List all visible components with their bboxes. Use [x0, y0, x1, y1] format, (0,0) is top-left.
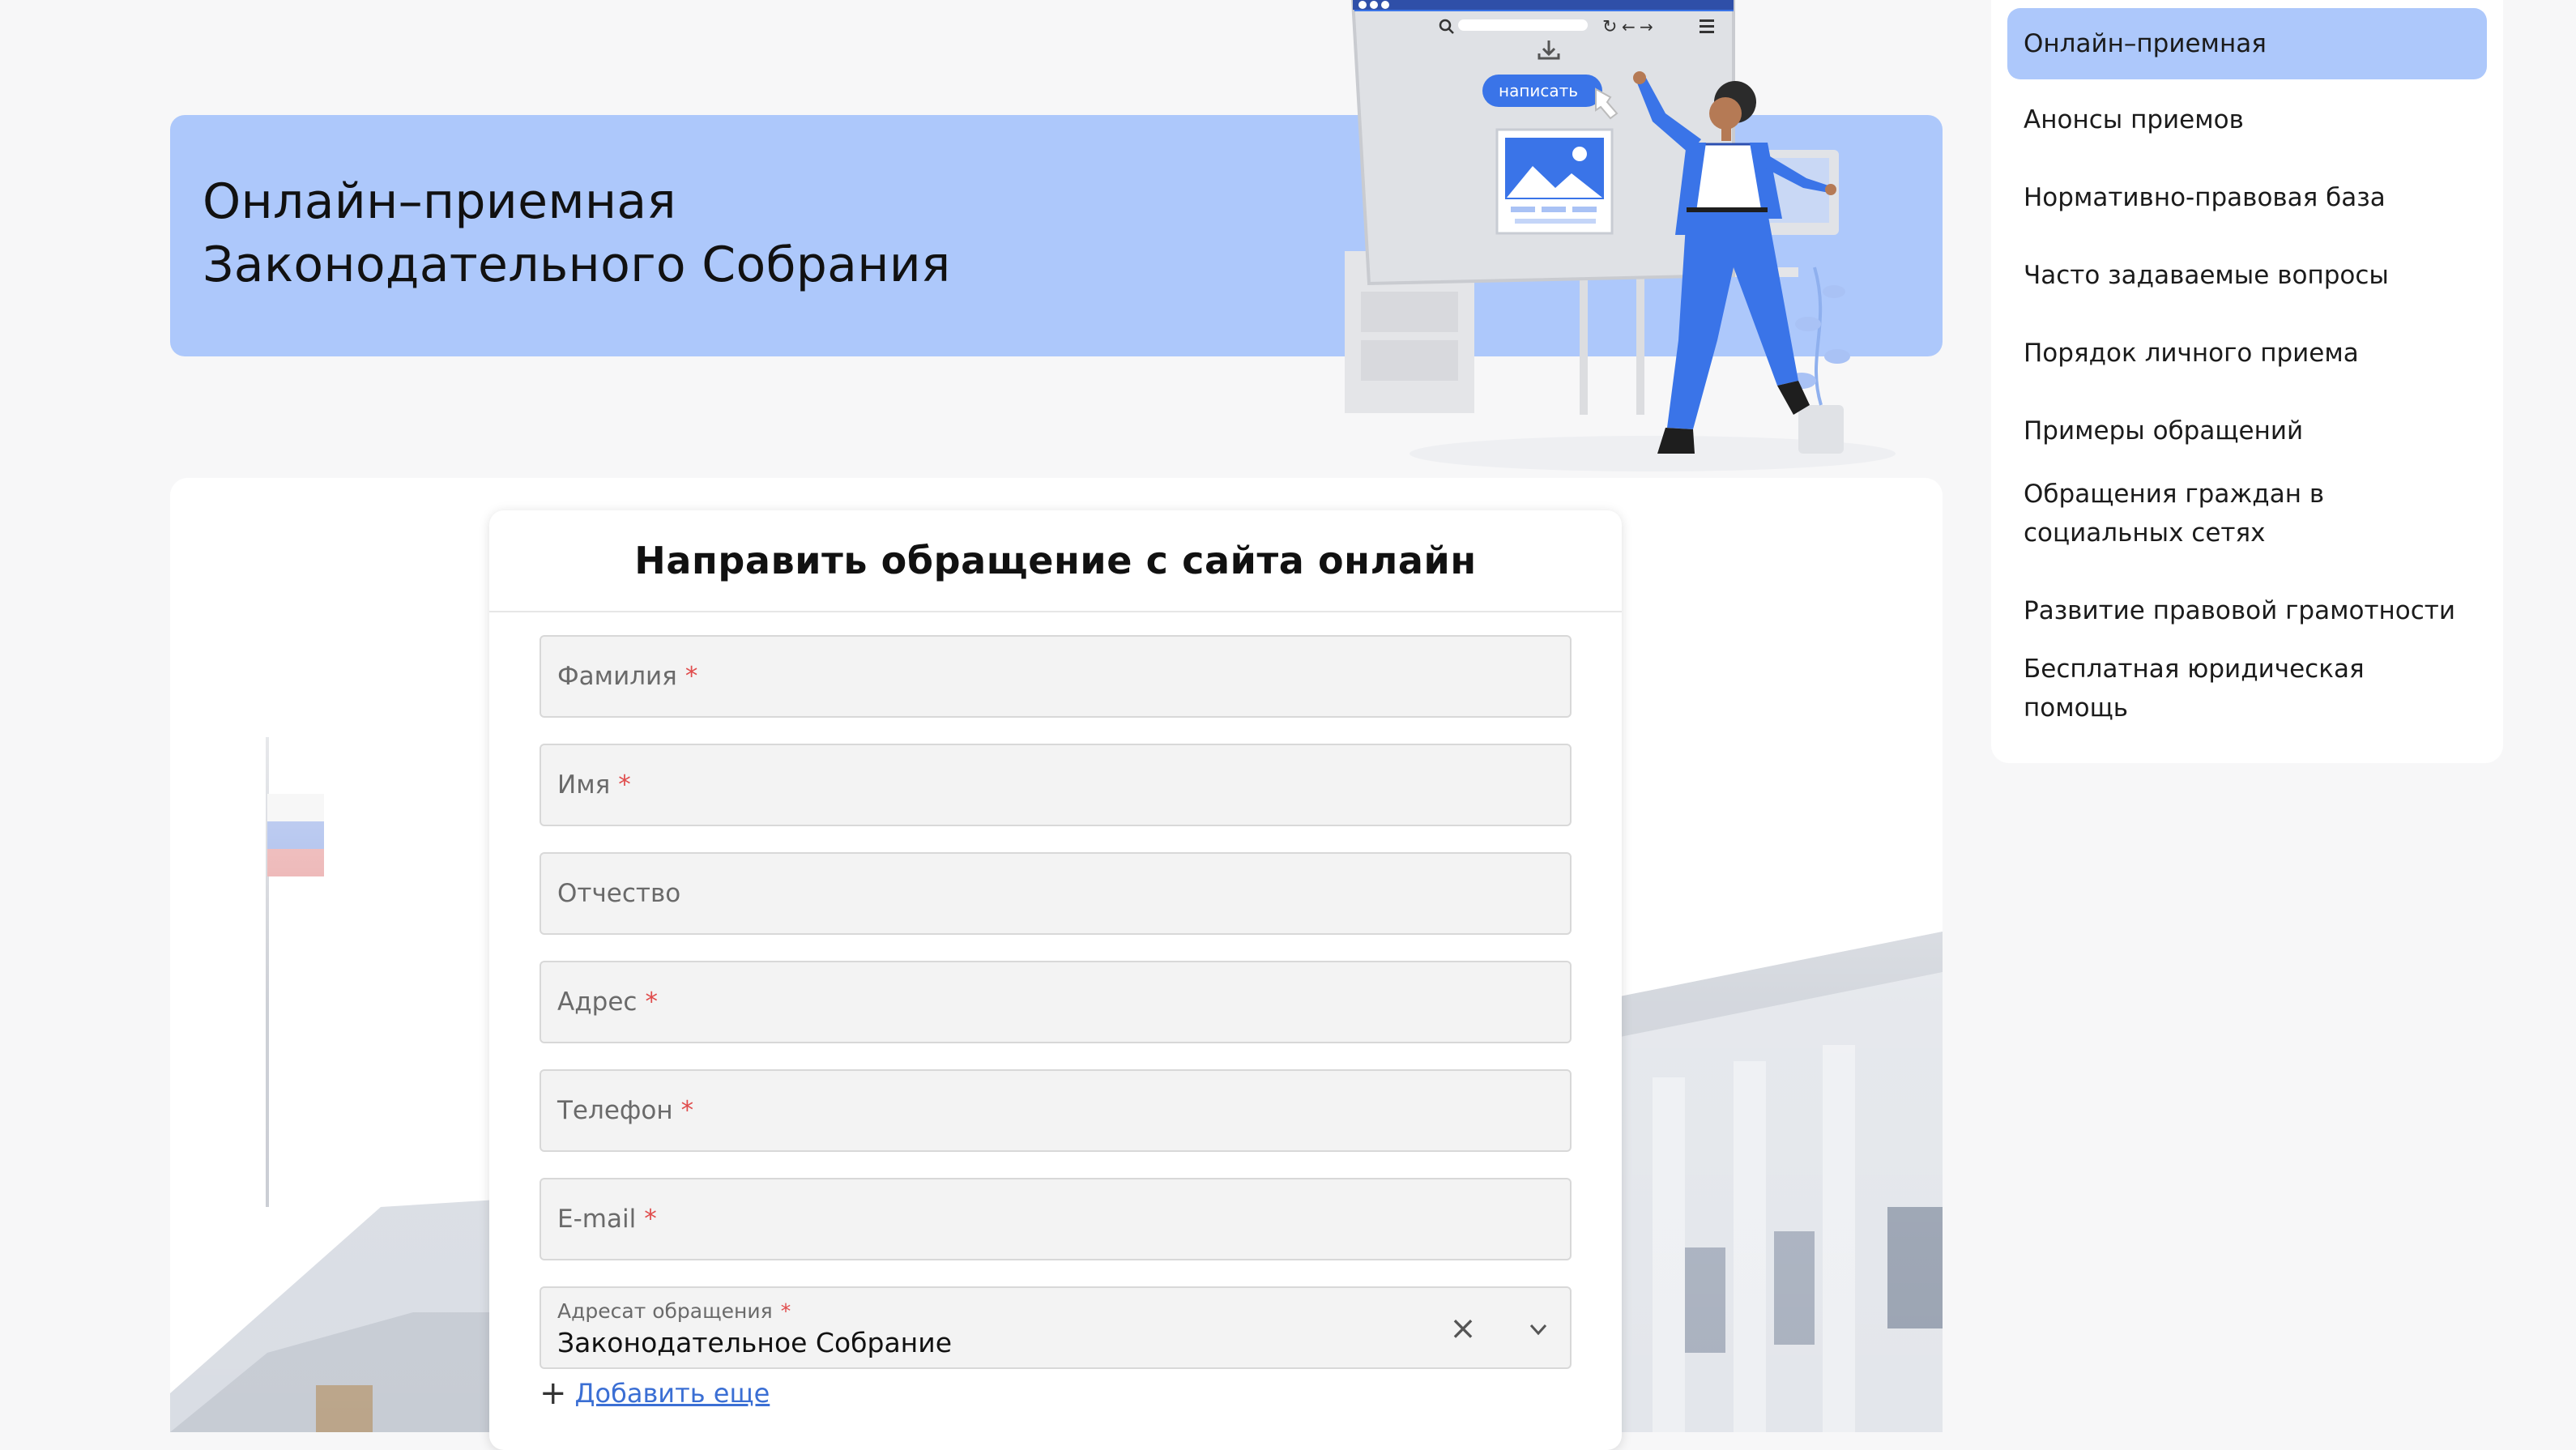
form-title: Направить обращение с сайта онлайн [489, 510, 1622, 612]
clear-icon[interactable]: × [1447, 1310, 1479, 1347]
required-mark: * [780, 1299, 791, 1323]
back-arrow-icon: ← [1622, 17, 1636, 36]
write-button-label: написать [1499, 81, 1578, 100]
sidebar-item-personal-reception[interactable]: Порядок личного приема [2007, 318, 2487, 389]
page-title: Онлайн–приемная Законодательного Собрани… [203, 170, 950, 296]
sidebar-item-online-reception[interactable]: Онлайн–приемная [2007, 8, 2487, 79]
sidebar-item-legal-literacy[interactable]: Развитие правовой грамотности [2007, 575, 2487, 646]
address-field[interactable]: Адрес * [540, 961, 1572, 1043]
sidebar-item-legal-base[interactable]: Нормативно-правовая база [2007, 162, 2487, 233]
chevron-down-icon[interactable] [1523, 1314, 1554, 1345]
patronymic-field[interactable]: Отчество [540, 852, 1572, 935]
email-input[interactable] [541, 1179, 1570, 1259]
sidebar-item-appeal-examples[interactable]: Примеры обращений [2007, 395, 2487, 467]
image-icon [1495, 128, 1614, 235]
add-more-link[interactable]: Добавить еще [575, 1378, 770, 1409]
sidebar-nav: Онлайн–приемная Анонсы приемов Нормативн… [1991, 0, 2503, 763]
refresh-icon: ↻ [1602, 17, 1617, 37]
hero-illustration: ↻ ← → написать [1345, 0, 1896, 471]
recipient-label: Адресат обращения * [557, 1299, 791, 1323]
page-title-line1: Онлайн–приемная [203, 173, 676, 230]
sidebar-item-free-legal-aid[interactable]: Бесплатная юридическая помощь [2007, 653, 2487, 724]
name-input[interactable] [541, 745, 1570, 825]
surname-input[interactable] [541, 637, 1570, 716]
surname-field[interactable]: Фамилия * [540, 635, 1572, 718]
add-more-row: + Добавить еще [540, 1377, 770, 1409]
forward-arrow-icon: → [1640, 17, 1653, 36]
patronymic-input[interactable] [541, 854, 1570, 933]
appeal-form: Направить обращение с сайта онлайн Фамил… [489, 510, 1622, 1450]
address-input[interactable] [541, 962, 1570, 1042]
menu-icon [1700, 19, 1714, 33]
page-title-line2: Законодательного Собрания [203, 237, 951, 293]
phone-input[interactable] [541, 1071, 1570, 1150]
plus-icon: + [540, 1375, 567, 1412]
sidebar-item-announcements[interactable]: Анонсы приемов [2007, 84, 2487, 156]
sidebar-item-faq[interactable]: Часто задаваемые вопросы [2007, 240, 2487, 311]
email-field[interactable]: E-mail * [540, 1178, 1572, 1260]
recipient-select[interactable]: Адресат обращения * Законодательное Собра… [540, 1286, 1572, 1369]
name-field[interactable]: Имя * [540, 744, 1572, 826]
sidebar-item-social-appeals[interactable]: Обращения граждан в социальных сетях [2007, 473, 2487, 554]
phone-field[interactable]: Телефон * [540, 1069, 1572, 1152]
recipient-value: Законодательное Собрание [557, 1327, 953, 1358]
